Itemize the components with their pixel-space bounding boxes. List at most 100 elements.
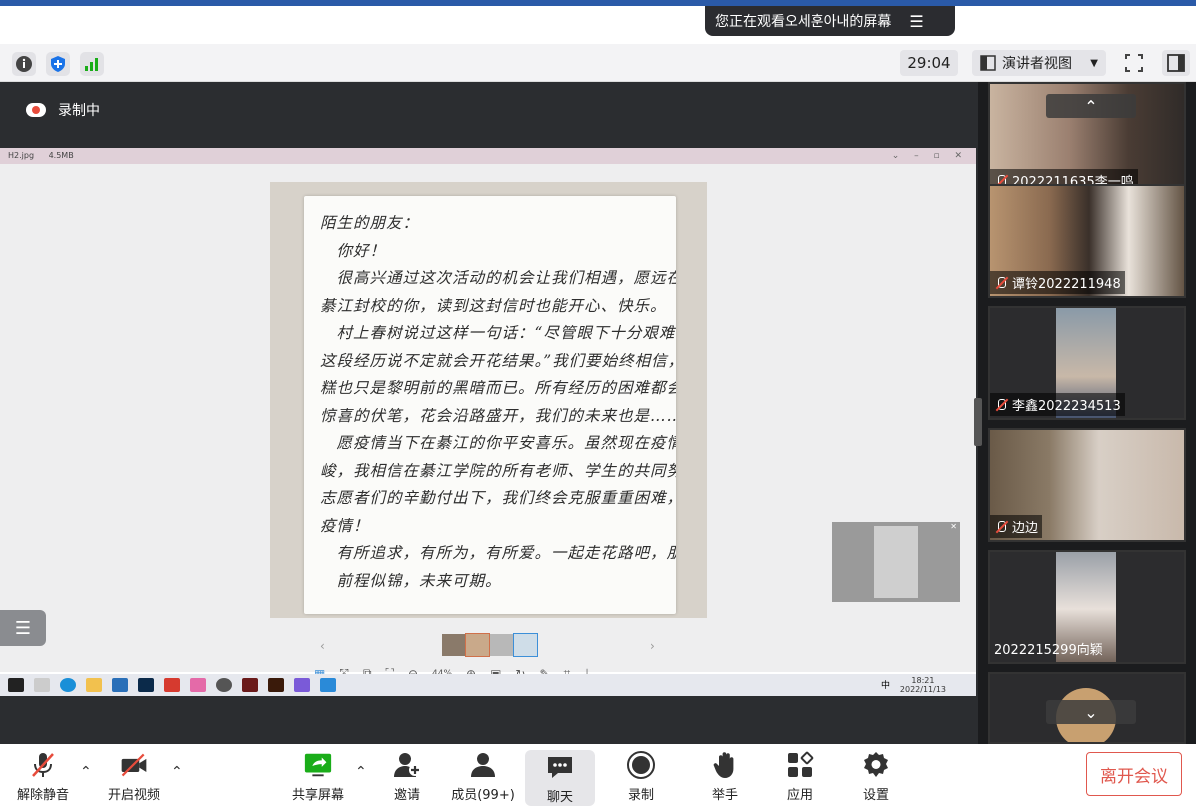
explorer-icon[interactable] bbox=[86, 678, 102, 692]
members-button[interactable]: 成员(99+) bbox=[446, 750, 520, 803]
letter-line: 疫情！ bbox=[320, 516, 370, 535]
fullscreen-icon[interactable] bbox=[1120, 50, 1148, 76]
participant-name: 李鑫2022234513 bbox=[1012, 399, 1121, 414]
start-icon[interactable] bbox=[8, 678, 24, 692]
navigator-viewport bbox=[874, 526, 918, 598]
share-screen-icon bbox=[303, 750, 333, 780]
remote-taskbar: 中 18:21 2022/11/13 bbox=[0, 674, 976, 696]
next-image-icon[interactable]: › bbox=[650, 639, 655, 653]
participant-name: 谭铃2022211948 bbox=[1012, 277, 1121, 292]
thumbnail[interactable] bbox=[465, 633, 490, 657]
letter-line: 峻，我相信在綦江学院的所有老师、学生的共同努力下， bbox=[320, 461, 676, 480]
chat-button[interactable]: 聊天 bbox=[525, 750, 595, 806]
participant-tile[interactable]: 李鑫2022234513 bbox=[988, 306, 1186, 420]
letter-line: 这段经历说不定就会开花结果。”我们要始终相信，当下的糟 bbox=[320, 351, 676, 370]
record-button[interactable]: 录制 bbox=[606, 750, 676, 803]
chat-icon bbox=[545, 752, 575, 782]
participant-name-tag: 2022215299向颖 bbox=[990, 637, 1107, 660]
search-icon[interactable] bbox=[34, 678, 50, 692]
image-viewer-titlebar: H2.jpg 4.5MB ⌄ – ▫ ✕ bbox=[0, 148, 976, 164]
start-video-button[interactable]: 开启视频 bbox=[99, 750, 169, 803]
chevron-up-icon[interactable]: ⌃ bbox=[171, 764, 183, 780]
apps-label: 应用 bbox=[786, 788, 813, 803]
photoshop-icon[interactable] bbox=[138, 678, 154, 692]
record-label: 录制 bbox=[627, 788, 654, 803]
thumbnail[interactable] bbox=[490, 634, 513, 656]
participant-tile[interactable]: 谭铃2022211948 bbox=[988, 184, 1186, 298]
raise-hand-label: 举手 bbox=[711, 788, 738, 803]
participant-name-tag: 谭铃2022211948 bbox=[990, 271, 1125, 294]
letter-line: 村上春树说过这样一句话：“尽管眼下十分艰难，可日后 bbox=[336, 324, 677, 342]
illustrator-icon[interactable] bbox=[268, 678, 284, 692]
participant-name: 边边 bbox=[1012, 521, 1039, 536]
letter-line: 惊喜的伏笔，花会沿路盛开，我们的未来也是…… bbox=[320, 406, 676, 425]
mic-muted-icon bbox=[994, 520, 1008, 534]
app-icon[interactable] bbox=[242, 678, 258, 692]
edge-icon[interactable] bbox=[60, 678, 76, 692]
chevron-up-icon[interactable]: ⌃ bbox=[80, 764, 92, 780]
settings-button[interactable]: 设置 bbox=[841, 750, 911, 803]
letter-line: 有所追求，有所为，有所爱。一起走花路吧，朋友。 bbox=[336, 544, 677, 562]
meeting-app-icon[interactable] bbox=[320, 678, 336, 692]
tray-ime[interactable]: 中 bbox=[881, 678, 890, 691]
letter-line: 綦江封校的你，读到这封信时也能开心、快乐。 bbox=[320, 296, 667, 315]
participant-tile[interactable]: 边边 bbox=[988, 428, 1186, 542]
participant-tile[interactable]: 2022215299向颖 bbox=[988, 550, 1186, 664]
side-panel-toggle-icon[interactable] bbox=[1162, 50, 1190, 76]
letter-line: 很高兴通过这次活动的机会让我们相遇，愿远在 bbox=[320, 269, 677, 287]
viewer-filename: H2.jpg bbox=[8, 151, 35, 160]
info-icon[interactable] bbox=[12, 52, 36, 76]
members-label: 成员(99+) bbox=[451, 788, 515, 803]
view-mode-select[interactable]: 演讲者视图 ▼ bbox=[972, 50, 1106, 76]
leave-meeting-button[interactable]: 离开会议 bbox=[1086, 752, 1182, 796]
thumbnail[interactable] bbox=[442, 634, 465, 656]
add-user-icon bbox=[392, 750, 422, 780]
scroll-down-icon[interactable]: ⌄ bbox=[1046, 700, 1136, 724]
unmute-label: 解除静音 bbox=[16, 788, 69, 803]
scroll-up-icon[interactable]: ⌃ bbox=[1046, 94, 1136, 118]
chevron-up-icon[interactable]: ⌃ bbox=[355, 764, 367, 780]
clock-time: 18:21 bbox=[911, 676, 935, 685]
apps-button[interactable]: 应用 bbox=[765, 750, 835, 803]
window-controls: ⌄ – ▫ ✕ bbox=[891, 151, 968, 161]
thumbnail[interactable] bbox=[513, 633, 538, 657]
letter-line: 愿疫情当下在綦江的你平安喜乐。虽然现在疫情十分严 bbox=[336, 434, 677, 452]
share-screen-button[interactable]: 共享屏幕 bbox=[283, 750, 353, 803]
unmute-button[interactable]: 解除静音 bbox=[8, 750, 78, 803]
security-shield-icon[interactable] bbox=[46, 52, 70, 76]
meeting-timer: 29:04 bbox=[900, 50, 958, 76]
panel-resize-handle[interactable] bbox=[974, 398, 982, 446]
close-icon[interactable]: ✕ bbox=[950, 522, 957, 531]
share-screen-label: 共享屏幕 bbox=[291, 788, 344, 803]
mic-muted-icon bbox=[994, 398, 1008, 412]
letter-line: 志愿者们的辛勤付出下，我们终会克服重重困难，战胜 bbox=[320, 489, 676, 507]
prev-image-icon[interactable]: ‹ bbox=[320, 639, 325, 653]
start-video-label: 开启视频 bbox=[107, 788, 160, 803]
app-icon[interactable] bbox=[216, 678, 232, 692]
raise-hand-button[interactable]: 举手 bbox=[690, 750, 760, 803]
chat-label: 聊天 bbox=[546, 790, 573, 805]
watching-banner[interactable]: 您正在观看오세훈아내的屏幕 ☰ bbox=[705, 6, 955, 36]
wps-icon[interactable] bbox=[164, 678, 180, 692]
mic-muted-icon bbox=[994, 276, 1008, 290]
thumbnail-strip bbox=[442, 633, 538, 657]
settings-label: 设置 bbox=[862, 788, 889, 803]
app-icon[interactable] bbox=[294, 678, 310, 692]
invite-label: 邀请 bbox=[393, 788, 420, 803]
members-icon bbox=[468, 750, 498, 780]
share-banner-bar bbox=[0, 6, 1196, 44]
meeting-window: 您正在观看오세훈아내的屏幕 ☰ 29:04 演讲者视图 ▼ 录制 中 H2.jpg… bbox=[0, 0, 1196, 808]
mail-icon[interactable] bbox=[112, 678, 128, 692]
invite-button[interactable]: 邀请 bbox=[372, 750, 442, 803]
signal-strength-icon[interactable] bbox=[80, 52, 104, 76]
participant-name: 2022215299向颖 bbox=[994, 643, 1103, 658]
letter-line: 前程似锦，未来可期。 bbox=[320, 571, 502, 590]
mic-muted-icon bbox=[28, 750, 58, 780]
image-viewer-canvas: 陌生的朋友： 你好！ 很高兴通过这次活动的机会让我们相遇，愿远在 綦江封校的你，读… bbox=[0, 164, 976, 681]
apps-icon bbox=[785, 750, 815, 780]
menu-icon[interactable]: ☰ bbox=[909, 12, 923, 31]
clock-date: 2022/11/13 bbox=[899, 685, 946, 694]
handwritten-letter: 陌生的朋友： 你好！ 很高兴通过这次活动的机会让我们相遇，愿远在 綦江封校的你，读… bbox=[304, 196, 676, 614]
list-toggle-icon[interactable]: ☰ bbox=[0, 610, 46, 646]
app-icon[interactable] bbox=[190, 678, 206, 692]
